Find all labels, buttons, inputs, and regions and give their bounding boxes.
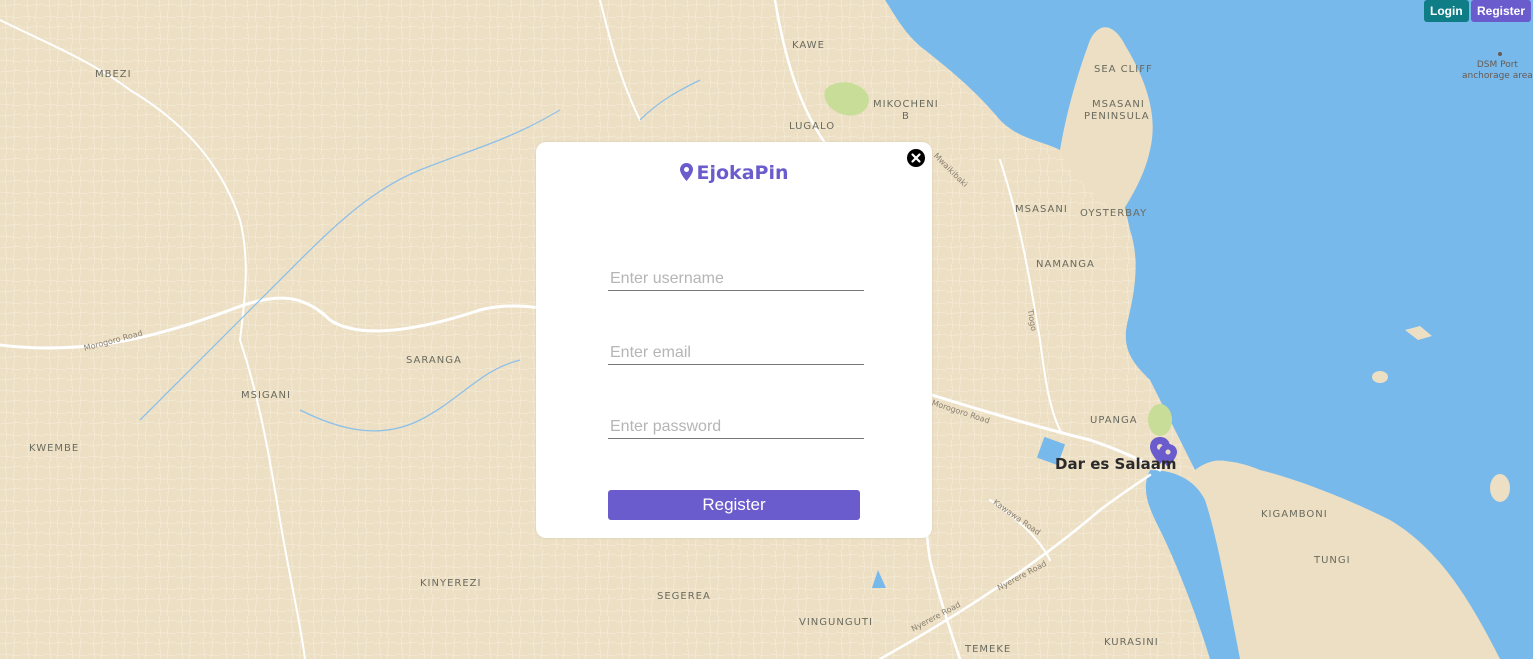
place-label: B (902, 111, 910, 122)
island (1490, 474, 1510, 502)
map-pin-icon (679, 163, 693, 181)
app-logo: EjokaPin (536, 162, 932, 184)
register-submit-button[interactable]: Register (608, 490, 860, 520)
place-label: MSASANI (1092, 99, 1145, 110)
place-label: SEGEREA (657, 591, 711, 602)
place-label: VINGUNGUTI (799, 617, 873, 628)
place-label: LUGALO (789, 121, 836, 132)
place-label: MSIGANI (241, 390, 291, 401)
place-label: NAMANGA (1036, 259, 1095, 270)
username-input[interactable] (608, 268, 864, 291)
place-label: MSASANI (1015, 204, 1068, 215)
port-label-line: anchorage area (1462, 71, 1533, 81)
email-input[interactable] (608, 342, 864, 365)
port-label-line: DSM Port (1476, 60, 1518, 70)
place-label: KINYEREZI (420, 578, 482, 589)
register-modal: EjokaPin Register (536, 142, 932, 538)
city-label: Dar es Salaam (1055, 455, 1177, 473)
register-button[interactable]: Register (1471, 0, 1532, 22)
place-label: MIKOCHENI (873, 99, 939, 110)
place-label: UPANGA (1090, 415, 1138, 426)
park (1148, 404, 1172, 436)
place-label: KIGAMBONI (1261, 509, 1328, 520)
port-marker (1498, 52, 1502, 56)
place-label: KAWE (792, 40, 825, 51)
password-input[interactable] (608, 416, 864, 439)
place-label: TEMEKE (965, 644, 1012, 655)
place-label: OYSTERBAY (1080, 208, 1148, 219)
place-label: SARANGA (406, 355, 462, 366)
place-label: TUNGI (1314, 555, 1351, 566)
place-label: PENINSULA (1084, 111, 1150, 122)
place-label: MBEZI (95, 69, 132, 80)
app-name: EjokaPin (696, 162, 789, 184)
island (1372, 371, 1388, 383)
place-label: KURASINI (1104, 637, 1159, 648)
place-label: SEA CLIFF (1094, 64, 1153, 75)
login-button[interactable]: Login (1424, 0, 1469, 22)
port-label: DSM Port anchorage area (1462, 60, 1533, 82)
place-label: KWEMBE (29, 443, 80, 454)
